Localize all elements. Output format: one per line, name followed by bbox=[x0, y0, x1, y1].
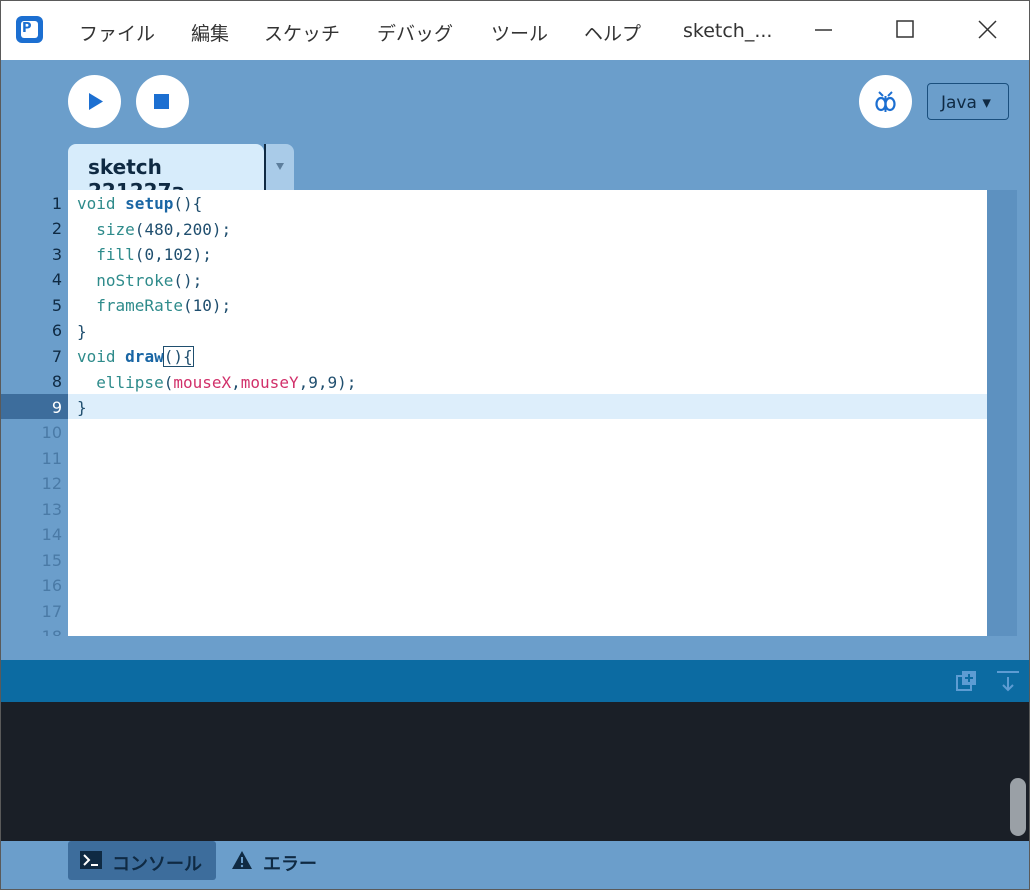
menu-file[interactable]: ファイル bbox=[79, 19, 155, 46]
line-number: 14 bbox=[41, 525, 62, 544]
window-title: sketch_... bbox=[683, 20, 773, 42]
console-header bbox=[0, 660, 1030, 702]
maximize-icon bbox=[896, 20, 914, 38]
line-number-current: 9 bbox=[51, 398, 62, 417]
console-output[interactable] bbox=[0, 702, 1005, 841]
code-line: fill(0,102); bbox=[96, 245, 212, 264]
line-number: 1 bbox=[51, 194, 62, 213]
mode-label: Java ▾ bbox=[941, 93, 991, 113]
line-number: 18 bbox=[0, 627, 62, 636]
current-line-highlight bbox=[68, 394, 987, 419]
menu-debug[interactable]: デバッグ bbox=[377, 19, 453, 46]
tab-menu-button[interactable] bbox=[266, 144, 294, 190]
code-line: } bbox=[77, 321, 87, 341]
line-number: 17 bbox=[41, 602, 62, 621]
code-line: size(480,200); bbox=[96, 219, 232, 239]
code-line: void draw(){ bbox=[77, 346, 194, 367]
line-number: 4 bbox=[51, 270, 62, 289]
stop-icon bbox=[154, 94, 169, 109]
console-tab-label: コンソール bbox=[112, 854, 202, 875]
minimize-icon bbox=[815, 29, 832, 31]
scroll-down-icon[interactable] bbox=[996, 669, 1020, 693]
debug-button[interactable] bbox=[859, 75, 912, 128]
close-button[interactable] bbox=[970, 14, 1004, 46]
stop-button[interactable] bbox=[136, 75, 189, 128]
console-tab[interactable]: コンソール bbox=[68, 841, 216, 880]
title-bar: P ファイル 編集 スケッチ デバッグ ツール ヘルプ sketch_... bbox=[0, 0, 1030, 60]
minimize-button[interactable] bbox=[806, 14, 840, 46]
errors-tab[interactable]: エラー bbox=[229, 841, 339, 880]
line-number: 10 bbox=[41, 423, 62, 442]
line-number: 8 bbox=[51, 372, 62, 391]
console-scrollbar-thumb[interactable] bbox=[1010, 778, 1026, 836]
app-logo-icon: P bbox=[16, 16, 43, 43]
maximize-button[interactable] bbox=[888, 14, 922, 46]
terminal-icon bbox=[80, 851, 102, 869]
butterfly-icon bbox=[875, 91, 896, 112]
chevron-down-icon bbox=[276, 163, 284, 170]
editor-scrollbar[interactable] bbox=[987, 190, 1017, 636]
line-number: 5 bbox=[51, 296, 62, 315]
menu-help[interactable]: ヘルプ bbox=[584, 19, 641, 46]
close-icon bbox=[978, 20, 997, 39]
code-editor[interactable]: void setup(){ size(480,200); fill(0,102)… bbox=[68, 190, 987, 636]
code-line: } bbox=[77, 398, 87, 417]
line-number: 3 bbox=[51, 245, 62, 264]
line-number: 16 bbox=[41, 576, 62, 595]
code-line: void setup(){ bbox=[77, 194, 203, 213]
line-numbers: 1 2 3 4 5 6 7 8 9 10 11 12 13 14 15 16 1… bbox=[0, 190, 68, 636]
line-number: 12 bbox=[41, 474, 62, 493]
play-icon bbox=[89, 93, 103, 110]
line-number: 2 bbox=[51, 219, 62, 238]
menu-sketch[interactable]: スケッチ bbox=[264, 19, 340, 46]
line-number: 13 bbox=[41, 500, 62, 519]
code-line: noStroke(); bbox=[96, 270, 203, 290]
line-number: 15 bbox=[41, 551, 62, 570]
menu-edit[interactable]: 編集 bbox=[191, 19, 229, 46]
line-number: 11 bbox=[41, 449, 62, 468]
tab-sketch[interactable]: sketch 221227a bbox=[68, 144, 264, 203]
run-button[interactable] bbox=[68, 75, 121, 128]
line-number: 7 bbox=[51, 347, 62, 366]
code-line: frameRate(10); bbox=[96, 296, 232, 315]
code-line: ellipse(mouseX,mouseY,9,9); bbox=[96, 372, 357, 392]
line-number: 6 bbox=[51, 321, 62, 340]
menu-tools[interactable]: ツール bbox=[491, 19, 548, 46]
mode-selector[interactable]: Java ▾ bbox=[927, 83, 1009, 120]
errors-tab-label: エラー bbox=[263, 854, 317, 875]
warning-icon bbox=[232, 851, 252, 869]
add-copy-icon[interactable] bbox=[955, 669, 979, 693]
